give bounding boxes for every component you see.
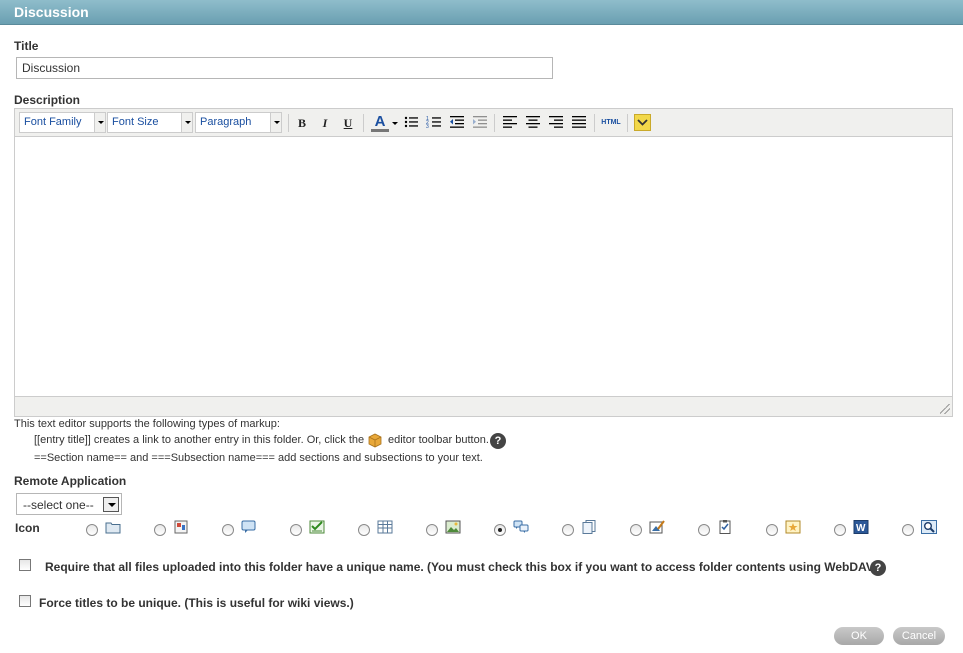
- folder-icon: [105, 520, 121, 534]
- discussion-bubbles-icon: [513, 520, 529, 534]
- justify-button[interactable]: [570, 114, 588, 132]
- indent-icon: [473, 116, 487, 128]
- icon-radio-note[interactable]: [766, 524, 778, 536]
- cancel-button[interactable]: Cancel: [893, 627, 945, 645]
- speech-bubble-icon: [241, 520, 257, 534]
- chevron-down-icon: [181, 113, 192, 132]
- resize-handle-icon[interactable]: [940, 404, 950, 414]
- image-edit-icon: [649, 520, 665, 534]
- align-left-button[interactable]: [501, 114, 519, 132]
- paragraph-format-select[interactable]: Paragraph: [195, 112, 282, 133]
- align-right-button[interactable]: [547, 114, 565, 132]
- numbered-list-button[interactable]: 123: [425, 114, 443, 132]
- icon-radio-word[interactable]: [834, 524, 846, 536]
- star-note-icon: [785, 520, 801, 534]
- word-document-icon: W: [853, 520, 869, 534]
- justify-icon: [572, 116, 586, 128]
- bold-button[interactable]: B: [293, 114, 311, 132]
- chevron-down-icon[interactable]: [392, 122, 398, 125]
- toolbar-divider: [594, 114, 595, 132]
- documents-icon: [581, 520, 597, 534]
- unique-titles-checkbox[interactable]: [19, 595, 31, 607]
- font-family-select[interactable]: Font Family: [19, 112, 106, 133]
- ok-button[interactable]: OK: [834, 627, 884, 645]
- icon-radio-documents[interactable]: [562, 524, 574, 536]
- bulletin-board-icon: [173, 520, 189, 534]
- icon-radio-folder[interactable]: [86, 524, 98, 536]
- font-size-select-label: Font Size: [112, 116, 159, 128]
- markup-help-intro: This text editor supports the following …: [14, 418, 280, 430]
- icon-radio-comment[interactable]: [222, 524, 234, 536]
- toolbar-divider: [363, 114, 364, 132]
- underline-button[interactable]: U: [339, 114, 357, 132]
- chevron-down-icon: [103, 497, 119, 512]
- description-label: Description: [14, 93, 81, 107]
- icon-radio-table[interactable]: [358, 524, 370, 536]
- editor-toolbar: Font Family Font Size Paragraph B I U A …: [15, 109, 952, 137]
- markup-help-sections: ==Section name== and ===Subsection name=…: [34, 452, 483, 464]
- numbered-list-icon: 123: [426, 116, 441, 130]
- svg-text:W: W: [856, 523, 866, 534]
- italic-button[interactable]: I: [316, 114, 334, 132]
- align-center-icon: [526, 116, 540, 128]
- title-input[interactable]: [16, 57, 553, 79]
- help-icon[interactable]: ?: [490, 433, 506, 449]
- table-icon: [377, 520, 393, 534]
- outdent-icon: [450, 116, 464, 128]
- text-color-button[interactable]: A: [371, 114, 389, 132]
- editor-content-area[interactable]: [15, 137, 952, 396]
- unique-titles-label: Force titles to be unique. (This is usef…: [39, 596, 354, 610]
- chevron-down-icon: [270, 113, 281, 132]
- indent-button[interactable]: [471, 114, 489, 132]
- align-right-icon: [549, 116, 563, 128]
- help-icon[interactable]: ?: [870, 560, 886, 576]
- outdent-button[interactable]: [448, 114, 466, 132]
- description-editor: Font Family Font Size Paragraph B I U A …: [14, 108, 953, 417]
- unique-files-label: Require that all files uploaded into thi…: [45, 560, 881, 574]
- remote-application-label: Remote Application: [14, 474, 127, 488]
- dialog-title: Discussion: [14, 4, 89, 20]
- bullet-list-button[interactable]: [402, 114, 420, 132]
- icon-radio-checklist[interactable]: [290, 524, 302, 536]
- icon-radio-task[interactable]: [698, 524, 710, 536]
- more-tools-button[interactable]: [634, 114, 651, 131]
- checklist-icon: [309, 520, 325, 534]
- align-center-button[interactable]: [524, 114, 542, 132]
- align-left-icon: [503, 116, 517, 128]
- picture-icon: [445, 520, 461, 534]
- font-family-select-label: Font Family: [24, 116, 82, 128]
- unique-files-checkbox[interactable]: [19, 559, 31, 571]
- icon-label: Icon: [15, 521, 40, 535]
- clipboard-task-icon: [717, 520, 733, 534]
- paragraph-select-label: Paragraph: [200, 116, 252, 128]
- toolbar-divider: [627, 114, 628, 132]
- remote-application-selected: --select one--: [23, 498, 94, 512]
- html-source-button[interactable]: HTML: [599, 114, 623, 132]
- toolbar-divider: [494, 114, 495, 132]
- magnifier-icon: [921, 520, 937, 534]
- title-label: Title: [14, 39, 39, 53]
- icon-radio-discussion[interactable]: [494, 524, 506, 536]
- icon-radio-bulletin[interactable]: [154, 524, 166, 536]
- markup-help-link-text: [[entry title]] creates a link to anothe…: [34, 434, 365, 446]
- dialog-header: Discussion: [0, 0, 963, 25]
- package-icon: [367, 432, 383, 448]
- svg-text:3: 3: [426, 124, 429, 130]
- chevron-down-icon: [637, 119, 648, 126]
- icon-radio-picture[interactable]: [426, 524, 438, 536]
- toolbar-divider: [288, 114, 289, 132]
- editor-statusbar: [15, 396, 952, 416]
- font-size-select[interactable]: Font Size: [107, 112, 193, 133]
- remote-application-select[interactable]: --select one--: [16, 493, 122, 515]
- icon-radio-image-edit[interactable]: [630, 524, 642, 536]
- markup-help-link-text-end: editor toolbar button.: [388, 434, 489, 446]
- bullet-list-icon: [404, 116, 418, 128]
- chevron-down-icon: [94, 113, 105, 132]
- icon-radio-search[interactable]: [902, 524, 914, 536]
